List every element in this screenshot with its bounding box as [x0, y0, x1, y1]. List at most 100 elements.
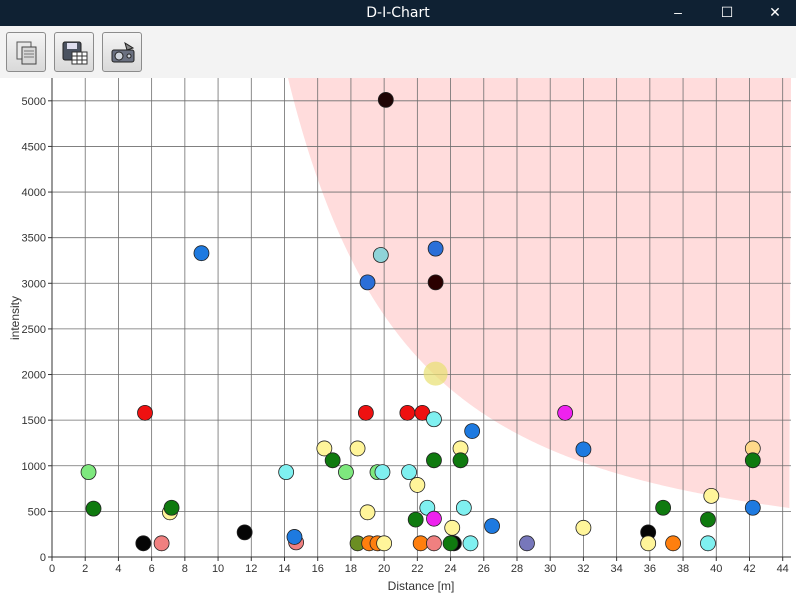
data-point[interactable]	[236, 524, 253, 541]
x-tick-label: 34	[611, 563, 623, 575]
data-point[interactable]	[163, 499, 180, 516]
y-tick-label: 500	[28, 506, 46, 518]
data-point[interactable]	[700, 511, 716, 528]
export-device-icon	[111, 41, 135, 63]
export-button[interactable]	[102, 32, 142, 72]
close-button[interactable]: ✕	[752, 0, 796, 26]
x-tick-label: 18	[345, 563, 357, 575]
x-axis-ticks: 0 2 4 6 8 10 12 14 16 18 20 22 24 26 28 30 32 34 36 38 40 42 4…	[49, 557, 789, 575]
toolbar	[0, 26, 796, 78]
data-point[interactable]	[338, 464, 354, 481]
data-point[interactable]	[427, 274, 444, 291]
x-tick-label: 26	[478, 563, 490, 575]
data-point[interactable]	[700, 535, 716, 552]
maximize-button[interactable]: ☐	[704, 0, 750, 26]
data-point[interactable]	[444, 519, 461, 536]
data-point[interactable]	[349, 440, 366, 457]
data-point[interactable]	[426, 452, 442, 469]
data-point[interactable]	[519, 535, 535, 552]
data-point[interactable]	[744, 452, 761, 469]
y-tick-label: 2500	[22, 324, 46, 336]
minimize-button[interactable]: –	[655, 0, 701, 26]
save-button[interactable]	[54, 32, 94, 72]
x-tick-label: 12	[245, 563, 257, 575]
x-tick-label: 22	[411, 563, 423, 575]
data-point[interactable]	[359, 504, 376, 521]
data-point[interactable]	[401, 464, 417, 481]
data-point[interactable]	[462, 535, 479, 552]
data-point[interactable]	[455, 499, 472, 516]
x-tick-label: 14	[278, 563, 290, 575]
data-point[interactable]	[426, 510, 442, 527]
data-point[interactable]	[655, 499, 672, 516]
data-point[interactable]	[372, 247, 389, 263]
x-tick-label: 4	[115, 563, 121, 575]
data-point[interactable]	[412, 535, 429, 552]
data-point[interactable]	[357, 404, 374, 421]
data-point[interactable]	[426, 411, 442, 428]
x-tick-label: 6	[149, 563, 155, 575]
y-tick-label: 2000	[22, 370, 46, 382]
data-point[interactable]	[153, 535, 170, 552]
data-point[interactable]	[374, 464, 391, 481]
data-point[interactable]	[377, 91, 394, 108]
data-point[interactable]	[137, 404, 153, 421]
y-tick-label: 4000	[22, 187, 46, 199]
x-tick-label: 30	[544, 563, 556, 575]
x-tick-label: 20	[378, 563, 390, 575]
x-tick-label: 16	[312, 563, 324, 575]
x-tick-label: 32	[577, 563, 589, 575]
x-tick-label: 42	[743, 563, 755, 575]
x-tick-label: 8	[182, 563, 188, 575]
y-tick-label: 0	[40, 552, 46, 564]
data-point[interactable]	[557, 404, 574, 421]
copy-documents-icon	[16, 41, 37, 65]
title-bar: D-I-Chart – ☐ ✕	[0, 0, 796, 26]
x-axis-label: Distance [m]	[388, 579, 455, 593]
data-point[interactable]	[640, 535, 657, 552]
x-tick-label: 36	[644, 563, 656, 575]
data-point[interactable]	[452, 452, 469, 469]
data-point[interactable]	[359, 274, 376, 291]
data-point[interactable]	[278, 464, 295, 481]
y-tick-label: 5000	[22, 96, 46, 108]
y-tick-label: 3500	[22, 233, 46, 245]
data-point[interactable]	[135, 535, 152, 552]
save-table-icon	[62, 41, 88, 65]
data-point[interactable]	[286, 529, 303, 545]
copy-button[interactable]	[6, 32, 46, 72]
x-tick-label: 2	[82, 563, 88, 575]
data-point[interactable]	[464, 423, 481, 439]
data-point[interactable]	[665, 535, 681, 552]
scatter-chart: 0 2 4 6 8 10 12 14 16 18 20 22 24 26 28 30 32 34 36 38 40 42 4…	[8, 78, 791, 593]
data-point[interactable]	[427, 240, 444, 257]
data-point[interactable]	[85, 500, 102, 517]
data-point[interactable]	[324, 452, 341, 469]
data-point[interactable]	[484, 518, 500, 534]
data-point[interactable]	[399, 404, 416, 421]
y-tick-label: 1000	[22, 461, 46, 473]
data-point[interactable]	[442, 535, 459, 552]
data-point[interactable]	[744, 499, 761, 516]
y-tick-label: 1500	[22, 415, 46, 427]
y-tick-label: 3000	[22, 278, 46, 290]
y-axis-ticks: 0 500 1000 1500 2000 2500 3000 3500 4000 4500 5000	[22, 96, 52, 564]
data-point[interactable]	[80, 464, 97, 481]
y-tick-label: 4500	[22, 141, 46, 153]
data-point[interactable]	[426, 535, 442, 552]
x-tick-label: 44	[777, 563, 789, 575]
highlighted-point[interactable]	[423, 361, 448, 386]
x-tick-label: 28	[511, 563, 523, 575]
data-point[interactable]	[575, 519, 592, 536]
x-tick-label: 40	[710, 563, 722, 575]
data-point[interactable]	[193, 245, 210, 262]
data-point[interactable]	[376, 535, 393, 552]
x-tick-label: 10	[212, 563, 224, 575]
x-tick-label: 0	[49, 563, 55, 575]
x-tick-label: 24	[444, 563, 456, 575]
data-point[interactable]	[407, 511, 424, 528]
data-point[interactable]	[575, 441, 592, 458]
data-point[interactable]	[703, 487, 720, 504]
data-point[interactable]	[409, 477, 426, 493]
y-axis-label: intensity	[8, 296, 22, 340]
